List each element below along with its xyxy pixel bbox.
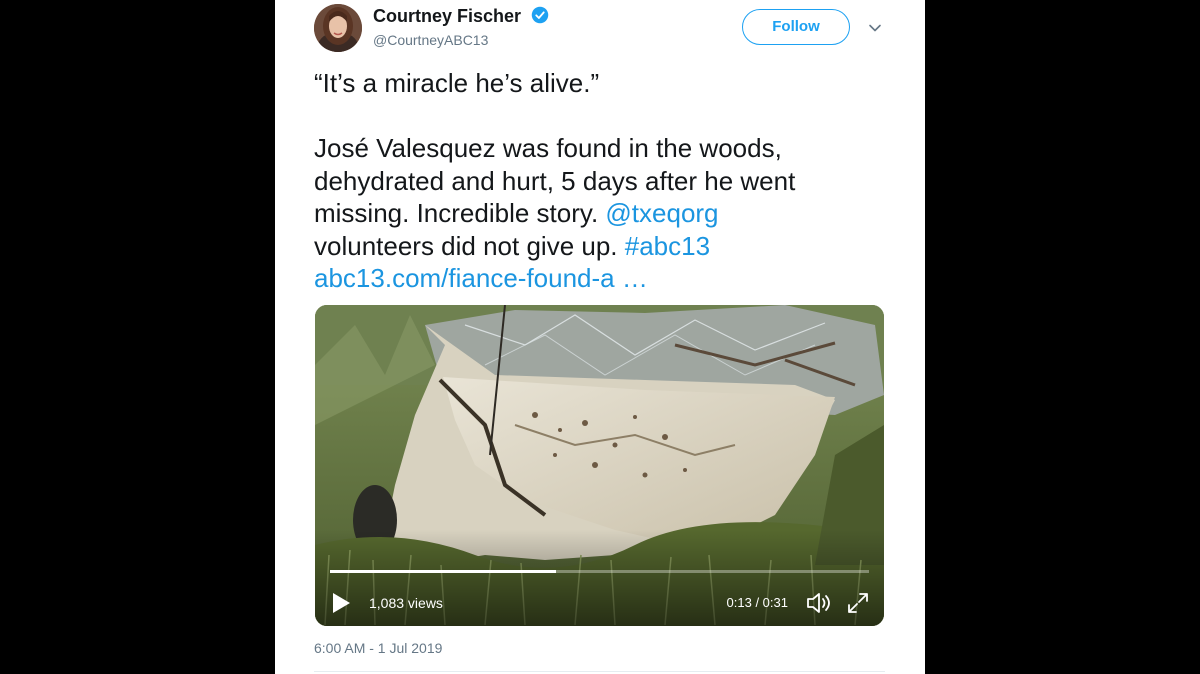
video-player[interactable]: 1,083 views 0:13 / 0:31	[315, 305, 884, 626]
mention-link[interactable]: @txeqorg	[605, 198, 718, 228]
tweet-line-2: dehydrated and hurt, 5 days after he wen…	[314, 165, 796, 196]
tweet-line-4: volunteers did not give up. #abc13	[314, 230, 894, 263]
volume-icon[interactable]	[806, 591, 834, 615]
tweet-line-1: José Valesquez was found in the woods,	[314, 133, 782, 163]
tweet-line-3: missing. Incredible story. @txeqorg	[314, 197, 894, 230]
tweet-card: Courtney Fischer @CourtneyABC13 Follow “…	[275, 0, 925, 674]
progress-fill	[330, 570, 557, 573]
avatar[interactable]	[314, 4, 362, 52]
fullscreen-icon[interactable]	[847, 592, 869, 614]
play-icon[interactable]	[331, 592, 351, 614]
divider	[314, 671, 885, 672]
tweet-line-4-text: volunteers did not give up.	[314, 230, 625, 261]
hashtag-link[interactable]: #abc13	[625, 231, 710, 261]
progress-bar[interactable]	[330, 570, 869, 573]
tweet-timestamp[interactable]: 6:00 AM - 1 Jul 2019	[314, 640, 442, 656]
tweet-line-5: abc13.com/fiance-found-a …	[314, 262, 894, 295]
tweet-line-3-text: missing. Incredible story.	[314, 198, 606, 228]
tweet-quote: “It’s a miracle he’s alive.”	[314, 68, 600, 98]
view-count: 1,083 views	[369, 595, 443, 611]
author-name[interactable]: Courtney Fischer	[373, 6, 549, 27]
video-frame	[315, 305, 884, 626]
tweet-text: “It’s a miracle he’s alive.” José Valesq…	[314, 67, 894, 295]
follow-button[interactable]: Follow	[742, 9, 850, 45]
chevron-down-icon[interactable]	[867, 20, 883, 36]
author-name-text[interactable]: Courtney Fischer	[373, 6, 521, 26]
url-link[interactable]: abc13.com/fiance-found-a …	[314, 263, 648, 293]
verified-badge-icon	[531, 6, 549, 24]
author-handle[interactable]: @CourtneyABC13	[373, 32, 488, 48]
video-time: 0:13 / 0:31	[726, 595, 788, 610]
